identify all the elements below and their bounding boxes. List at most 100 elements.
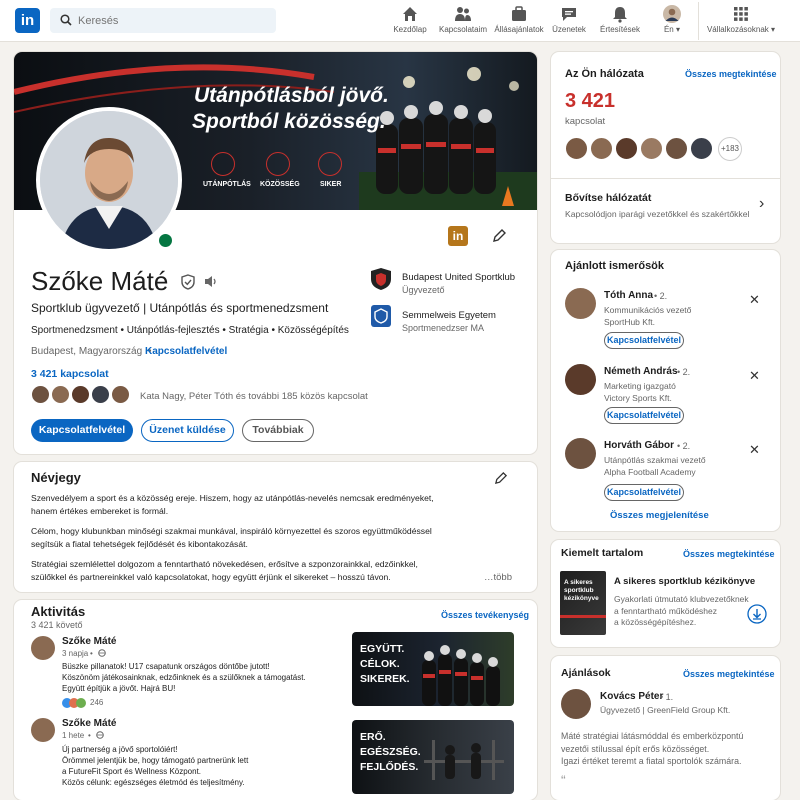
recommendations-see-all-link[interactable]: Összes megtekintése [683, 669, 775, 679]
nav-jobs[interactable]: Állásajánlatok [494, 5, 544, 39]
dismiss-icon[interactable]: ✕ [749, 292, 760, 308]
dismiss-icon[interactable]: ✕ [749, 368, 760, 384]
nav-label: Vállalkozásoknak [706, 25, 769, 34]
download-icon[interactable] [747, 604, 767, 624]
connect-button[interactable]: Kapcsolatfelvétel [31, 419, 133, 442]
search-box[interactable] [50, 8, 276, 33]
network-count-label: kapcsolat [565, 116, 606, 127]
messaging-icon [562, 8, 576, 21]
network-icon [455, 7, 471, 21]
image-line: FEJLŐDÉS. [360, 761, 419, 773]
suggested-see-all-link[interactable]: Összes megjelenítése [610, 510, 709, 521]
connection-degree: • 2. [677, 367, 691, 377]
post-line: Köszönöm játékosainknak, edzőinknek és a… [62, 673, 306, 682]
post-author[interactable]: Szőke Máté [62, 718, 116, 729]
post-author[interactable]: Szőke Máté [62, 636, 116, 647]
avatar[interactable] [565, 288, 596, 319]
celebrate-icon [76, 698, 86, 708]
book-cover[interactable]: A sikeres sportklub kézikönyve [560, 571, 606, 635]
nav-network[interactable]: Kapcsolataim [438, 5, 488, 39]
avatar[interactable] [565, 364, 596, 395]
post-time: 3 napja [62, 649, 89, 658]
globe-icon [96, 731, 104, 739]
edit-pencil-icon[interactable] [494, 471, 508, 485]
about-line: szülőkkel és partnereinkkel való kapcsol… [31, 571, 391, 582]
nav-notifications[interactable]: Értesítések [596, 5, 644, 39]
image-line: EGYÜTT. [360, 643, 405, 655]
post-time-separator: • [90, 649, 93, 658]
network-avatars[interactable]: +183 [565, 137, 765, 163]
nav-home[interactable]: Kezdőlap [390, 5, 430, 39]
avatar [565, 137, 588, 160]
avatar [615, 137, 638, 160]
pronunciation-speaker-icon[interactable] [203, 274, 219, 289]
reaction-icons[interactable] [62, 698, 92, 708]
connect-button[interactable]: Kapcsolatfelvétel [604, 407, 684, 424]
about-line: Célom, hogy klubunkban minőségi szakmai … [31, 526, 432, 536]
avatar[interactable] [31, 636, 55, 660]
about-card: Névjegy Szenvedélyem a sport és a közöss… [14, 462, 537, 592]
about-see-more-link[interactable]: …több [484, 572, 512, 583]
desc-line: a közösségépítéshez. [614, 617, 697, 627]
experience-role: Ügyvezető [402, 285, 445, 295]
avatar[interactable] [561, 689, 591, 719]
avatar[interactable] [565, 438, 596, 469]
search-input[interactable] [78, 8, 268, 33]
person-role: Marketing igazgató [604, 381, 676, 391]
post-line: Örömmel jelentjük be, hogy támogató part… [62, 756, 249, 765]
image-line: CÉLOK. [360, 658, 400, 670]
recommender-role: Ügyvezető | GreenField Group Kft. [600, 705, 731, 715]
experience-org[interactable]: Budapest United Sportklub [402, 272, 515, 283]
image-line: SIKEREK. [360, 673, 410, 685]
featured-see-all-link[interactable]: Összes megtekintése [683, 549, 775, 559]
mutual-connections-text[interactable]: Kata Nagy, Péter Tóth és további 185 köz… [140, 391, 368, 402]
nav-me[interactable]: Én ▾ [656, 5, 688, 39]
more-button[interactable]: Továbbiak [242, 419, 314, 442]
nav-label: Én [663, 25, 674, 34]
more-connections-badge[interactable]: +183 [718, 137, 742, 161]
connect-button[interactable]: Kapcsolatfelvétel [604, 332, 684, 349]
activity-see-all-link[interactable]: Összes tevékenység [441, 610, 529, 620]
person-company: Victory Sports Kft. [604, 393, 672, 403]
home-icon [403, 7, 417, 21]
profile-photo[interactable] [36, 107, 182, 253]
post-image[interactable]: EGYÜTT. CÉLOK. SIKEREK. [352, 632, 514, 706]
reaction-count[interactable]: 246 [90, 698, 103, 707]
me-avatar [663, 5, 681, 23]
expand-network-row[interactable]: Bővítse hálózatát Kapcsolódjon iparági v… [551, 179, 780, 243]
post-line: Közös célunk: egészséges életmód és telj… [62, 778, 245, 787]
online-status-dot [157, 232, 174, 249]
linkedin-logo[interactable]: in [15, 8, 40, 33]
avatar[interactable] [31, 718, 55, 742]
message-button[interactable]: Üzenet küldése [141, 419, 234, 442]
contact-info-link[interactable]: Kapcsolatfelvétel [145, 346, 227, 357]
network-title: Az Ön hálózata [565, 68, 644, 80]
dismiss-icon[interactable]: ✕ [749, 442, 760, 458]
person-company: SportHub Kft. [604, 317, 656, 327]
person-name[interactable]: Tóth Anna [604, 290, 653, 301]
nav-business[interactable]: Vállalkozásoknak ▾ [704, 5, 778, 39]
image-line: ERŐ. [360, 731, 386, 743]
network-see-all-link[interactable]: Összes megtekintése [685, 69, 777, 79]
featured-item-title[interactable]: A sikeres sportklub kézikönyve [614, 576, 755, 587]
connect-button[interactable]: Kapcsolatfelvétel [604, 484, 684, 501]
nav-messaging[interactable]: Üzenetek [548, 5, 590, 39]
person-name[interactable]: Németh András [604, 366, 678, 377]
rec-line: vezetői stílussal épít erős közösséget. [561, 743, 710, 754]
edit-pencil-icon[interactable] [492, 228, 507, 243]
post-image[interactable]: ERŐ. EGÉSZSÉG. FEJLŐDÉS. [352, 720, 514, 794]
post-line: Büszke pillanatok! U17 csapatunk országo… [62, 662, 270, 671]
budapest-united-logo[interactable] [370, 267, 392, 291]
avatar [690, 137, 713, 160]
university-logo[interactable] [370, 304, 392, 328]
education-org[interactable]: Semmelweis Egyetem [402, 310, 496, 321]
post-image-text: ERŐ. EGÉSZSÉG. FEJLŐDÉS. [360, 730, 421, 775]
person-role: Kommunikációs vezető [604, 305, 692, 315]
nav-divider [698, 2, 699, 40]
person-name[interactable]: Horváth Gábor [604, 440, 674, 451]
rec-line: Igazi értéket teremt a fiatal sportolók … [561, 756, 742, 766]
connections-count-link[interactable]: 3 421 kapcsolat [31, 368, 109, 380]
linkedin-badge-icon[interactable]: in [448, 226, 468, 246]
mutual-avatars[interactable] [31, 385, 131, 405]
recommender-name[interactable]: Kovács Péter [600, 691, 663, 702]
